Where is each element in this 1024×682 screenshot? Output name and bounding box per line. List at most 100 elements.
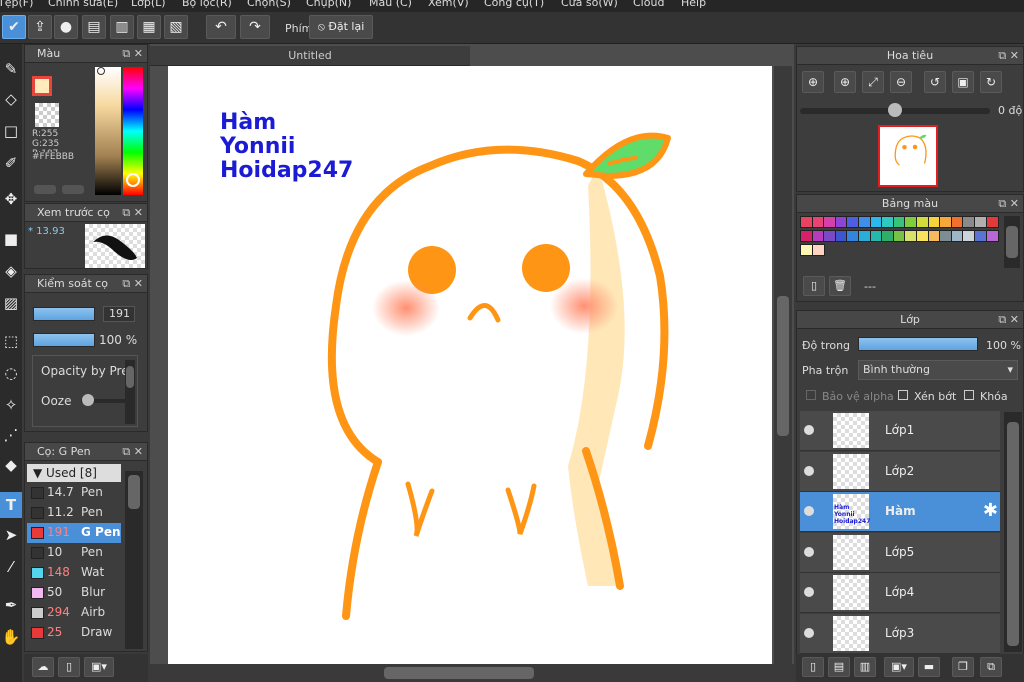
- redo-icon[interactable]: ↷: [240, 15, 270, 39]
- grid-list-icon[interactable]: ▦: [137, 15, 161, 39]
- brush-icon[interactable]: ✎: [0, 56, 22, 82]
- menu-color[interactable]: Màu (C): [369, 0, 412, 9]
- menu-filter[interactable]: Bộ lọc(R): [182, 0, 232, 9]
- document-icon[interactable]: ▥: [110, 15, 134, 39]
- new-palette-icon[interactable]: ▯: [803, 276, 825, 296]
- visibility-icon[interactable]: [804, 425, 814, 435]
- color-mode-button-2[interactable]: [62, 185, 84, 194]
- color-mode-button[interactable]: [34, 185, 56, 194]
- canvas-vscroll[interactable]: [774, 66, 792, 664]
- bucket-icon[interactable]: ◈: [0, 258, 22, 284]
- new-brush-icon[interactable]: ▯: [58, 657, 80, 677]
- menu-help[interactable]: Help: [681, 0, 706, 9]
- palette-scrollbar[interactable]: [1004, 216, 1020, 268]
- delete-palette-icon[interactable]: 🗑: [829, 276, 851, 296]
- fill-rect-icon[interactable]: ■: [0, 226, 22, 252]
- visibility-icon[interactable]: [804, 587, 814, 597]
- visibility-icon[interactable]: [804, 506, 814, 516]
- brush-list-item[interactable]: 14.7 Pen: [27, 483, 121, 503]
- scrollbar-thumb[interactable]: [126, 366, 134, 388]
- menu-file[interactable]: Tệp(F): [0, 0, 33, 9]
- layer-row[interactable]: Lớp2: [800, 451, 1000, 492]
- rotate-right-icon[interactable]: ↻: [980, 71, 1002, 93]
- menu-tools[interactable]: Công cụ(T): [484, 0, 544, 9]
- panel-controls-icon[interactable]: ⧉ ✕: [998, 311, 1019, 329]
- magic-wand-icon[interactable]: ✧: [0, 392, 22, 418]
- scrollbar-thumb[interactable]: [128, 475, 140, 509]
- palette-swatch[interactable]: [985, 230, 999, 242]
- panel-controls-icon[interactable]: ⧉ ✕: [122, 45, 143, 63]
- comment-icon[interactable]: ▤: [82, 15, 106, 39]
- fit-window-icon[interactable]: ⤢: [862, 71, 884, 93]
- layer-row[interactable]: Lớp1: [800, 411, 1000, 451]
- brush-list-scrollbar[interactable]: [125, 471, 143, 649]
- check-icon[interactable]: ✔: [2, 15, 26, 39]
- eyedropper-icon[interactable]: ⁄: [0, 554, 22, 580]
- text-tool-icon[interactable]: T: [0, 492, 22, 518]
- layer-row[interactable]: Lớp3: [800, 613, 1000, 654]
- new-raster-icon[interactable]: ▤: [828, 657, 850, 677]
- saturation-value-box[interactable]: [95, 67, 121, 195]
- brush-list-item[interactable]: 191 G Pen: [27, 523, 121, 543]
- opacity-by-pressure-label[interactable]: Opacity by Pre: [41, 364, 129, 378]
- gear-icon[interactable]: ✱: [983, 500, 998, 521]
- brush-list-item[interactable]: 50 Blur: [27, 583, 121, 603]
- hand-icon[interactable]: ✋: [0, 624, 22, 650]
- add-brush-icon[interactable]: ☁: [32, 657, 54, 677]
- ooze-slider-thumb[interactable]: [82, 394, 94, 406]
- navigator-thumbnail[interactable]: [878, 125, 938, 187]
- select-eraser-icon[interactable]: ◆: [0, 452, 22, 478]
- undo-icon[interactable]: ↶: [206, 15, 236, 39]
- menu-window[interactable]: Cửa sổ(W): [561, 0, 618, 9]
- brush-menu-icon[interactable]: ▣▾: [84, 657, 114, 677]
- panel-controls-icon[interactable]: ⧉ ✕: [122, 275, 143, 293]
- pen-icon[interactable]: ✐: [0, 150, 22, 176]
- menu-capture[interactable]: Chụp(N): [306, 0, 351, 9]
- spuit-icon[interactable]: ✒: [0, 592, 22, 618]
- new-layer-icon[interactable]: ▯: [802, 657, 824, 677]
- speech-bubble-icon[interactable]: ●: [54, 15, 78, 39]
- rotation-slider-thumb[interactable]: [888, 103, 902, 117]
- tiles-icon[interactable]: ▧: [164, 15, 188, 39]
- layer-row[interactable]: Lớp4: [800, 573, 1000, 613]
- new-vector-icon[interactable]: ▥: [854, 657, 876, 677]
- layer-row[interactable]: Hàm Yonnii Hoidap247 Hàm ✱: [800, 492, 1000, 532]
- layer-row[interactable]: Lớp5: [800, 532, 1000, 573]
- layer-list-scrollbar[interactable]: [1004, 412, 1022, 652]
- eraser-icon[interactable]: ◇: [0, 86, 22, 112]
- visibility-icon[interactable]: [804, 627, 814, 638]
- brush-list-item[interactable]: 25 Draw: [27, 623, 121, 643]
- menu-cloud[interactable]: Cloud: [633, 0, 664, 9]
- share-icon[interactable]: ⇪: [28, 15, 52, 39]
- menu-layer[interactable]: Lớp(L): [131, 0, 166, 9]
- lasso-icon[interactable]: ◌: [0, 360, 22, 386]
- main-color-swatch[interactable]: [32, 76, 52, 96]
- zoom-fit-icon[interactable]: ⊕: [802, 71, 824, 93]
- canvas-tab[interactable]: Untitled: [150, 46, 470, 66]
- canvas-hscroll[interactable]: [150, 664, 794, 682]
- flip-icon[interactable]: ▣: [952, 71, 974, 93]
- scrollbar-thumb[interactable]: [1006, 226, 1018, 258]
- rotate-left-icon[interactable]: ↺: [924, 71, 946, 93]
- palette-swatch[interactable]: [985, 216, 999, 228]
- visibility-icon[interactable]: [804, 465, 814, 476]
- brush-group-header[interactable]: ▼ Used [8]: [27, 464, 121, 482]
- zoom-out-icon[interactable]: ⊖: [890, 71, 912, 93]
- clipping-checkbox[interactable]: [898, 390, 908, 400]
- reset-button[interactable]: ⦸ Đặt lại: [309, 15, 373, 39]
- move-icon[interactable]: ✥: [0, 186, 22, 212]
- brush-size-slider[interactable]: [33, 307, 95, 321]
- scrollbar-thumb[interactable]: [1007, 422, 1019, 646]
- panel-controls-icon[interactable]: ⧉ ✕: [998, 47, 1019, 65]
- menu-view[interactable]: Xem(V): [428, 0, 469, 9]
- gradient-icon[interactable]: ▨: [0, 290, 22, 316]
- brush-list-item[interactable]: 11.2 Pen: [27, 503, 121, 523]
- menu-select[interactable]: Chọn(S): [247, 0, 291, 9]
- transparent-swatch[interactable]: [35, 103, 59, 127]
- lock-checkbox[interactable]: [964, 390, 974, 400]
- rectangle-icon[interactable]: □: [0, 118, 22, 144]
- blend-mode-select[interactable]: Bình thường ▾: [858, 360, 1018, 380]
- brush-settings-scrollbar[interactable]: [125, 360, 135, 424]
- select-rect-icon[interactable]: ⬚: [0, 328, 22, 354]
- operation-icon[interactable]: ➤: [0, 522, 22, 548]
